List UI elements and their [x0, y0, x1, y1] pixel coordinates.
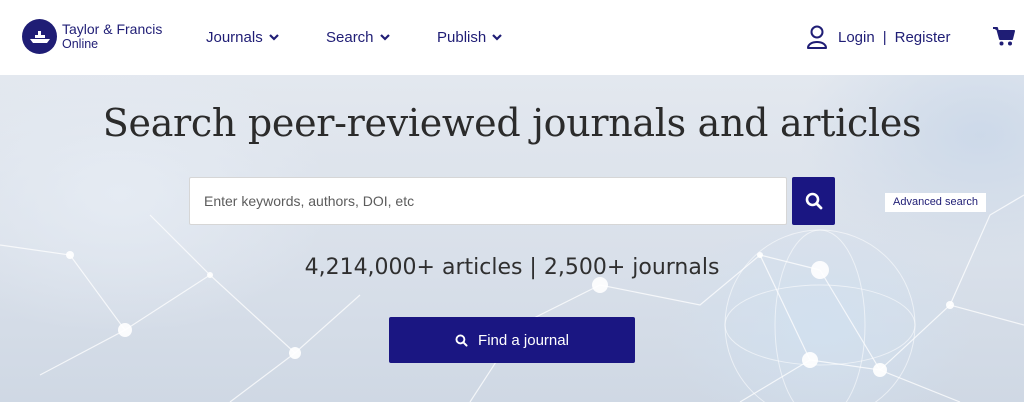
search-icon	[805, 192, 822, 210]
nav-publish-label: Publish	[437, 29, 487, 46]
find-journal-label: Find a journal	[478, 331, 569, 349]
logo-wordmark: Taylor & Francis Online	[62, 20, 163, 52]
account-separator: |	[882, 28, 887, 46]
account-links: Login | Register	[806, 25, 950, 49]
advanced-search-link[interactable]: Advanced search	[885, 193, 986, 212]
register-link[interactable]: Register	[895, 29, 951, 46]
site-stats: 4,214,000+ articles | 2,500+ journals	[304, 255, 720, 280]
nav-publish[interactable]: Publish	[437, 29, 502, 46]
nav-search-label: Search	[326, 29, 374, 46]
search-input[interactable]	[204, 178, 786, 224]
find-journal-button[interactable]: Find a journal	[389, 317, 635, 363]
search-icon	[455, 334, 468, 347]
login-link[interactable]: Login	[838, 29, 875, 46]
chevron-down-icon	[268, 34, 279, 41]
cart-icon[interactable]	[993, 27, 1015, 47]
search-field[interactable]	[189, 177, 787, 225]
hero-section: Search peer-reviewed journals and articl…	[0, 75, 1024, 402]
ship-logo-icon	[22, 19, 57, 54]
logo-subname: Online	[62, 36, 99, 51]
logo-name: Taylor & Francis	[62, 20, 163, 37]
site-header: Taylor & Francis Online Journals Search …	[0, 0, 1024, 75]
search-button[interactable]	[792, 177, 835, 225]
nav-journals[interactable]: Journals	[206, 29, 279, 46]
nav-search[interactable]: Search	[326, 29, 390, 46]
hero-title: Search peer-reviewed journals and articl…	[102, 101, 922, 145]
nav-journals-label: Journals	[206, 29, 263, 46]
user-icon[interactable]	[806, 25, 828, 49]
taylor-francis-logo[interactable]: Taylor & Francis Online	[22, 19, 162, 54]
chevron-down-icon	[492, 34, 502, 41]
chevron-down-icon	[379, 34, 390, 41]
